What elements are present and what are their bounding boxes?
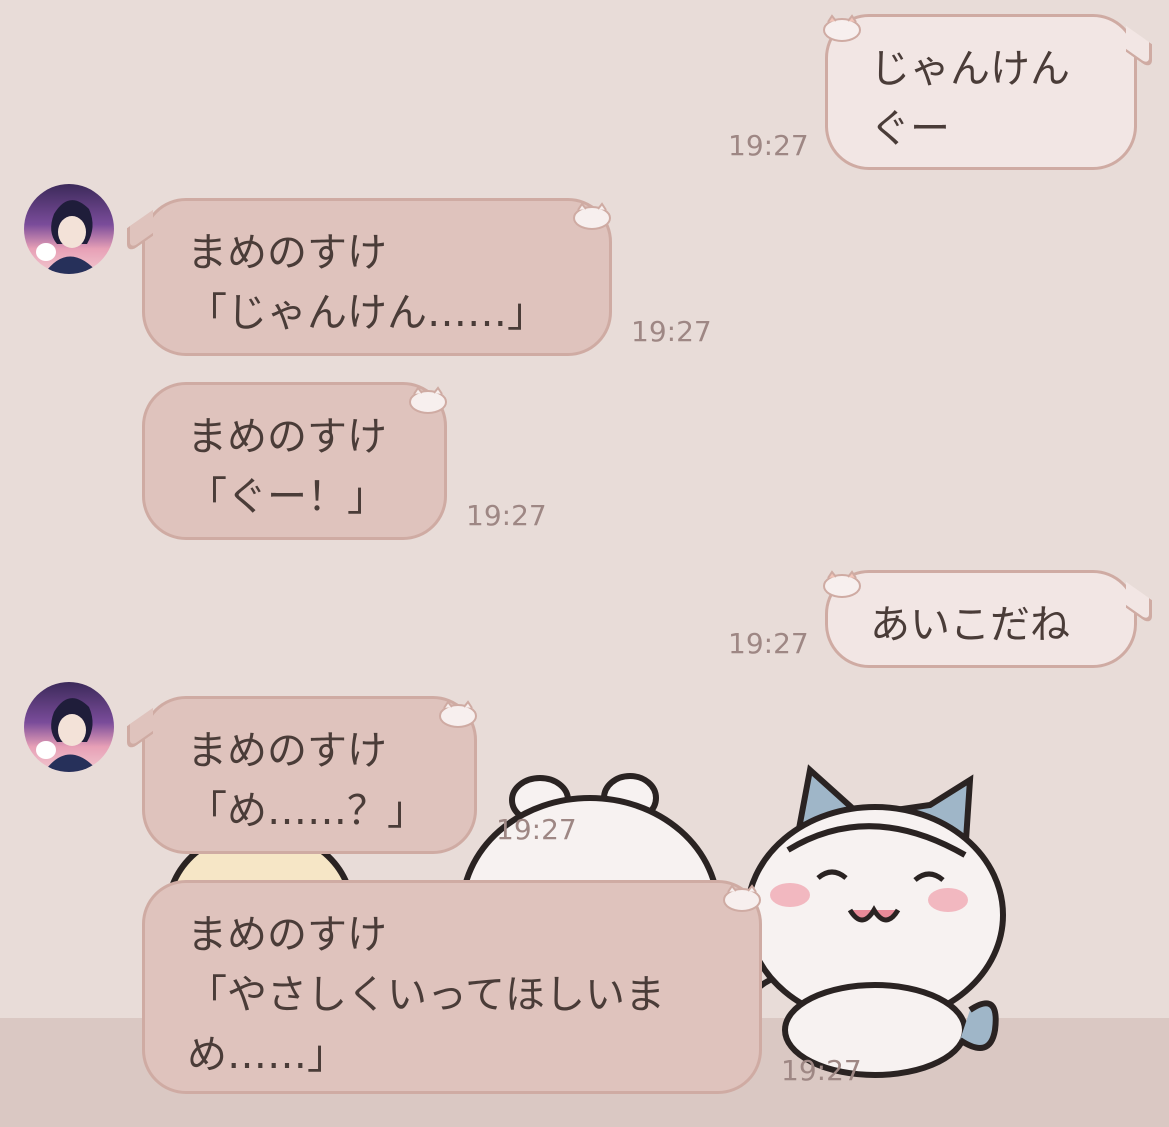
message-text: まめのすけ (187, 728, 387, 774)
message-text: じゃんけん (870, 46, 1070, 92)
message-bubble-incoming[interactable]: まめのすけ 「ぐー！」 (142, 382, 447, 540)
message-text: 「ぐー！」 (187, 474, 387, 520)
chat-view: じゃんけん ぐー 19:27 まめのすけ 「じゃんけん……」 19:27 まめの… (0, 0, 1169, 1127)
message-time: 19:27 (631, 315, 712, 348)
message-bubble-outgoing[interactable]: じゃんけん ぐー (825, 14, 1152, 170)
message-time: 19:27 (728, 627, 809, 660)
hamster-face-icon (573, 202, 611, 230)
message-text: 「め……？」 (187, 788, 427, 834)
message-time: 19:27 (496, 813, 577, 846)
message-text: あいこだね (870, 602, 1070, 648)
message-text: まめのすけ (187, 230, 387, 276)
character-avatar-icon[interactable] (24, 184, 114, 274)
message-bubble-incoming[interactable]: まめのすけ 「やさしくいってほしいま め……」 (142, 880, 762, 1094)
message-bubble-incoming[interactable]: まめのすけ 「じゃんけん……」 (127, 198, 612, 356)
character-avatar-icon[interactable] (24, 682, 114, 772)
hamster-face-icon (823, 14, 861, 42)
hamster-face-icon (823, 570, 861, 598)
message-bubble-outgoing[interactable]: あいこだね (825, 570, 1152, 668)
message-time: 19:27 (466, 499, 547, 532)
message-text: 「やさしくいってほしいま (187, 972, 665, 1018)
message-text: ぐー (870, 106, 950, 152)
message-text: まめのすけ (187, 414, 387, 460)
hamster-face-icon (723, 884, 761, 912)
message-text: 「じゃんけん……」 (187, 290, 547, 336)
message-time: 19:27 (728, 129, 809, 162)
message-time: 19:27 (781, 1054, 862, 1087)
message-bubble-incoming[interactable]: まめのすけ 「め……？」 (127, 696, 477, 854)
hamster-face-icon (439, 700, 477, 728)
message-text: め……」 (187, 1032, 347, 1078)
message-text: まめのすけ (187, 912, 387, 958)
hamster-face-icon (409, 386, 447, 414)
